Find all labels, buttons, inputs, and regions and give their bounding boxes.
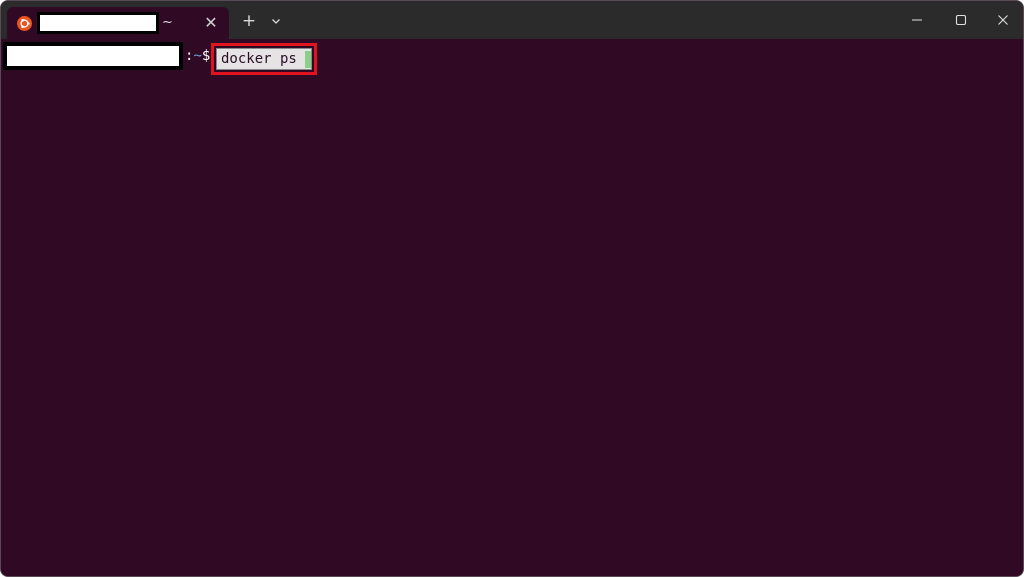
close-window-button[interactable] bbox=[980, 1, 1023, 39]
tab-title-redacted bbox=[37, 12, 159, 34]
ubuntu-icon bbox=[17, 16, 32, 31]
prompt-symbol: $ bbox=[201, 48, 211, 64]
command-input[interactable]: docker ps bbox=[216, 48, 312, 70]
minimize-button[interactable] bbox=[894, 1, 940, 39]
prompt-path: ~ bbox=[193, 48, 202, 64]
tab-title-suffix: ~ bbox=[162, 15, 173, 30]
tab-close-button[interactable]: ✕ bbox=[203, 15, 219, 31]
prompt-separator: :~$ bbox=[185, 47, 210, 65]
command-text: docker ps bbox=[221, 51, 297, 67]
terminal-window: ~ ✕ + :~$ docker ps bbox=[0, 0, 1024, 577]
maximize-icon bbox=[955, 14, 967, 26]
tab-active[interactable]: ~ ✕ bbox=[7, 7, 229, 39]
text-cursor bbox=[305, 51, 311, 68]
terminal-output[interactable]: :~$ docker ps bbox=[1, 39, 1023, 576]
new-tab-button[interactable]: + bbox=[241, 13, 257, 30]
command-highlight-box: docker ps bbox=[211, 43, 317, 75]
close-icon bbox=[998, 15, 1008, 25]
title-bar: ~ ✕ + bbox=[1, 1, 1023, 39]
maximize-button[interactable] bbox=[938, 1, 984, 39]
minimize-icon bbox=[912, 19, 922, 21]
prompt-user-host-redacted bbox=[3, 42, 183, 70]
chevron-down-icon[interactable] bbox=[269, 14, 283, 28]
